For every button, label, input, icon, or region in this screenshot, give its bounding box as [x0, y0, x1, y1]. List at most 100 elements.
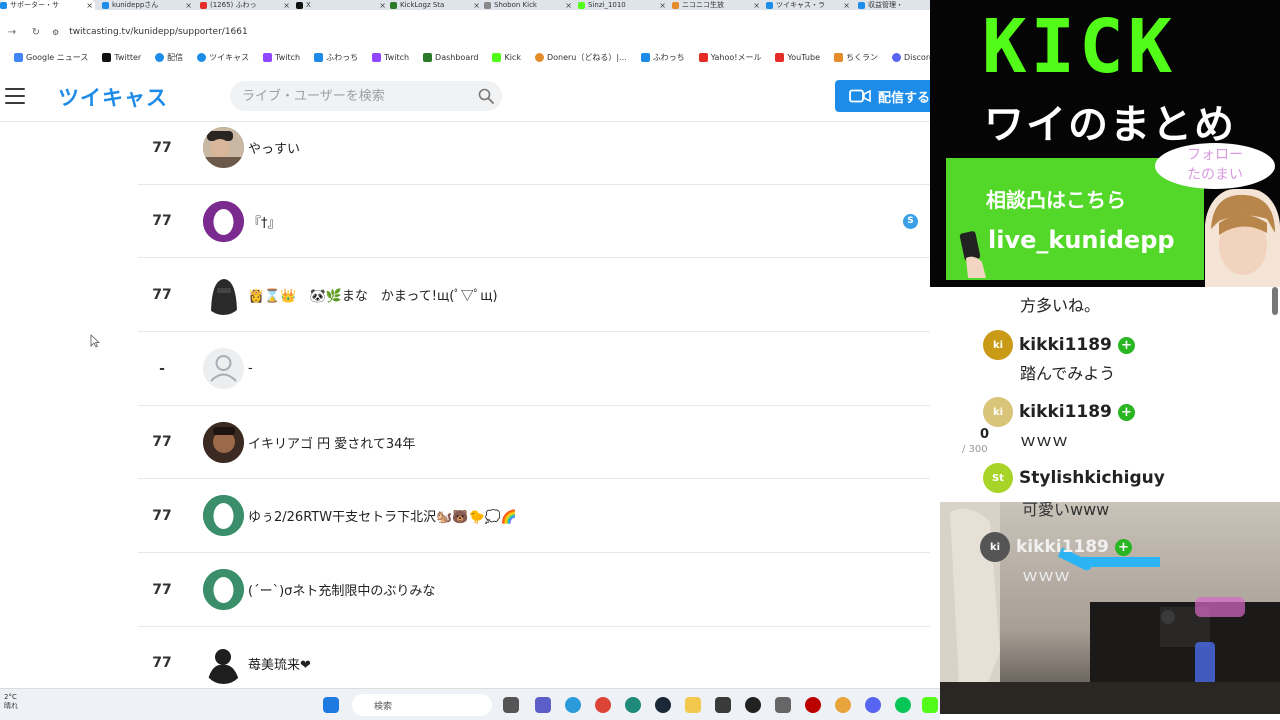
supporter-name[interactable]: 👸⌛👑 🐼🌿まな かまって!щ(ﾟ▽ﾟщ) [248, 258, 498, 331]
avatar[interactable] [203, 348, 244, 390]
bookmark-doneru[interactable]: Doneru（どねる）|... [534, 52, 627, 63]
bookmark-discord-streamkit[interactable]: Discord StreamKit O... [891, 52, 930, 62]
discord-icon [891, 52, 901, 62]
twitcasting-logo[interactable]: ツイキャス [58, 82, 168, 112]
avatar[interactable] [203, 127, 244, 168]
close-icon[interactable]: × [86, 1, 95, 10]
bookmark-twitch-2[interactable]: Twitch [372, 52, 409, 62]
chat-username[interactable]: Stylishkichiguy [1019, 468, 1165, 488]
bookmark-fuwacchi-2[interactable]: ふわっち [640, 52, 685, 63]
supporter-name[interactable]: (´ー`)σネト充制限中のぶりみな [248, 553, 435, 626]
folder-icon[interactable] [685, 697, 701, 713]
avatar[interactable] [203, 421, 244, 463]
taskbar-search[interactable]: 検索 [352, 694, 492, 716]
bookmark-twitch[interactable]: Twitch [263, 52, 300, 62]
avatar[interactable] [203, 569, 244, 611]
store-icon[interactable] [715, 697, 731, 713]
tab-kicklogz[interactable]: KickLogz Sta × [390, 0, 482, 10]
avatar[interactable] [203, 274, 244, 316]
app-icon[interactable] [835, 697, 851, 713]
tab-niconico[interactable]: ニコニコ生放 × [672, 0, 762, 10]
stream-overlay: KICK ワイのまとめ 相談凸はこちら live_kunidepp フォロー た… [930, 0, 1280, 720]
kick-icon[interactable] [922, 697, 938, 713]
chat-message: ｗｗｗ [1022, 566, 1071, 585]
discord-icon[interactable] [865, 697, 881, 713]
steam-icon[interactable] [655, 697, 671, 713]
bookmark-haishin[interactable]: 配信 [155, 52, 183, 63]
youtube-icon [775, 52, 785, 62]
tab-supporter[interactable]: サポーター・サ × [0, 0, 95, 10]
close-icon[interactable]: × [753, 1, 762, 10]
obs-icon[interactable] [805, 697, 821, 713]
search-input[interactable] [242, 81, 472, 111]
tab-twitcasting[interactable]: ツイキャス・ラ × [766, 0, 852, 10]
bookmark-youtube[interactable]: YouTube [775, 52, 820, 62]
bookmark-kick[interactable]: Kick [492, 52, 521, 62]
bookmark-twitcasting[interactable]: ツイキャス [197, 52, 249, 63]
verified-plus-icon: + [1117, 336, 1135, 354]
close-icon[interactable]: × [473, 1, 482, 10]
windows-start-icon[interactable] [323, 697, 339, 713]
url-field[interactable]: twitcasting.tv/kunidepp/supporter/1661 [69, 27, 248, 37]
kicklogz-icon [390, 1, 397, 9]
chat-username[interactable]: kikki1189 [1019, 335, 1112, 355]
windows-taskbar: 2°C 晴れ 検索 [0, 688, 940, 720]
supporter-row[interactable]: 77 👸⌛👑 🐼🌿まな かまって!щ(ﾟ▽ﾟщ) [138, 258, 930, 333]
supporter-row[interactable]: 77 ゆぅ2/26RTW干支セトラ下北沢🐿️🐻🐤💭🌈 [138, 479, 930, 554]
tab-revenue[interactable]: 収益管理・ [858, 0, 930, 10]
supporter-row[interactable]: 77 (´ー`)σネト充制限中のぶりみな [138, 553, 930, 627]
chat-user-row: St Stylishkichiguy [983, 463, 1165, 493]
close-icon[interactable]: × [659, 1, 668, 10]
bookmark-google-news[interactable]: Google ニュース [14, 52, 88, 63]
copilot-icon[interactable] [565, 697, 581, 713]
close-icon[interactable]: × [283, 1, 292, 10]
supporter-row[interactable]: 77 やっすい [138, 111, 930, 185]
bookmark-fuwacchi[interactable]: ふわっち [314, 52, 358, 63]
supporter-name[interactable]: やっすい [248, 111, 300, 184]
search-icon[interactable] [478, 88, 494, 104]
chat-scrollbar[interactable] [1272, 287, 1278, 315]
close-icon[interactable]: × [185, 1, 194, 10]
task-view-icon[interactable] [503, 697, 519, 713]
supporter-row[interactable]: 77 『†』 S [138, 185, 930, 259]
reload-icon[interactable]: ↻ [24, 27, 48, 38]
streamer-avatar [1205, 189, 1280, 287]
supporter-name[interactable]: - [248, 332, 253, 405]
app-icon[interactable] [775, 697, 791, 713]
teams-icon[interactable] [535, 697, 551, 713]
broadcast-button[interactable]: 配信する [835, 80, 945, 112]
supporter-row[interactable]: 77 イキリアゴ 円 愛されて34年 S [138, 406, 960, 480]
forward-icon[interactable]: → [0, 27, 24, 38]
verified-plus-icon: + [1114, 538, 1132, 556]
avatar[interactable] [203, 642, 244, 684]
close-icon[interactable]: × [565, 1, 574, 10]
tab-youtube[interactable]: (1265) ふわっ × [200, 0, 292, 10]
tab-sinzi[interactable]: Sinzi_1010 × [578, 0, 668, 10]
consult-handle: live_kunidepp [988, 226, 1175, 254]
chat-username[interactable]: kikki1189 [1016, 537, 1109, 557]
weather-widget[interactable]: 2°C 晴れ [4, 693, 18, 711]
tab-shobon[interactable]: Shobon Kick × [484, 0, 574, 10]
bookmark-chikuran[interactable]: ちくラン [833, 52, 878, 63]
chrome-icon[interactable] [595, 697, 611, 713]
tab-x[interactable]: X × [296, 0, 388, 10]
avatar[interactable] [203, 495, 244, 537]
menu-icon[interactable] [5, 88, 25, 104]
supporter-name[interactable]: イキリアゴ 円 愛されて34年 [248, 406, 415, 479]
bookmark-twitter[interactable]: Twitter [102, 52, 141, 62]
chat-user-row: ki kikki1189 + [983, 330, 1135, 360]
edge-icon[interactable] [625, 697, 641, 713]
chat-username[interactable]: kikki1189 [1019, 402, 1112, 422]
supporter-name[interactable]: ゆぅ2/26RTW干支セトラ下北沢🐿️🐻🐤💭🌈 [248, 479, 517, 552]
supporter-name[interactable]: 『†』 [248, 185, 281, 258]
avatar[interactable] [203, 200, 244, 242]
line-icon[interactable] [895, 697, 911, 713]
app-icon[interactable] [745, 697, 761, 713]
close-icon[interactable]: × [843, 1, 852, 10]
supporter-row[interactable]: - - [138, 332, 930, 406]
tab-kunidepp[interactable]: kunideppさん × [102, 0, 194, 10]
bookmark-dashboard[interactable]: Dashboard [423, 52, 478, 62]
site-info-icon[interactable]: ⚙ [52, 28, 59, 37]
bookmark-yahoo-mail[interactable]: Yahoo!メール [698, 52, 761, 63]
close-icon[interactable]: × [379, 1, 388, 10]
